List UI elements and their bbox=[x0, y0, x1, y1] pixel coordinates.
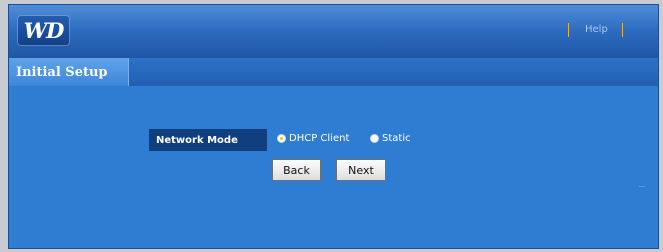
network-mode-label: Network Mode bbox=[149, 129, 267, 151]
tab-initial-setup[interactable]: Initial Setup bbox=[9, 58, 129, 86]
help-link[interactable]: Help bbox=[585, 24, 608, 35]
radio-dhcp-client-label: DHCP Client bbox=[289, 133, 350, 144]
network-mode-label-text: Network Mode bbox=[156, 134, 238, 146]
tab-label: Initial Setup bbox=[16, 64, 108, 80]
next-button[interactable]: Next bbox=[336, 159, 386, 181]
setup-panel: Network Mode DHCP Client Static Back Nex… bbox=[9, 86, 658, 248]
back-button[interactable]: Back bbox=[272, 159, 321, 181]
tab-bar: Initial Setup bbox=[9, 58, 658, 86]
wd-logo-icon: WD bbox=[17, 15, 70, 46]
divider bbox=[639, 186, 645, 187]
radio-selected-icon[interactable] bbox=[277, 134, 286, 143]
radio-static[interactable]: Static bbox=[370, 133, 411, 144]
help-separator-right bbox=[622, 23, 623, 37]
logo-text: WD bbox=[23, 18, 65, 43]
app-window: WD Help Initial Setup Network Mode DHCP … bbox=[8, 4, 659, 249]
help-separator-left bbox=[568, 23, 569, 37]
radio-unselected-icon[interactable] bbox=[370, 134, 379, 143]
header-bar: WD Help bbox=[9, 5, 658, 58]
radio-dhcp-client[interactable]: DHCP Client bbox=[277, 133, 349, 144]
radio-static-label: Static bbox=[382, 133, 411, 144]
